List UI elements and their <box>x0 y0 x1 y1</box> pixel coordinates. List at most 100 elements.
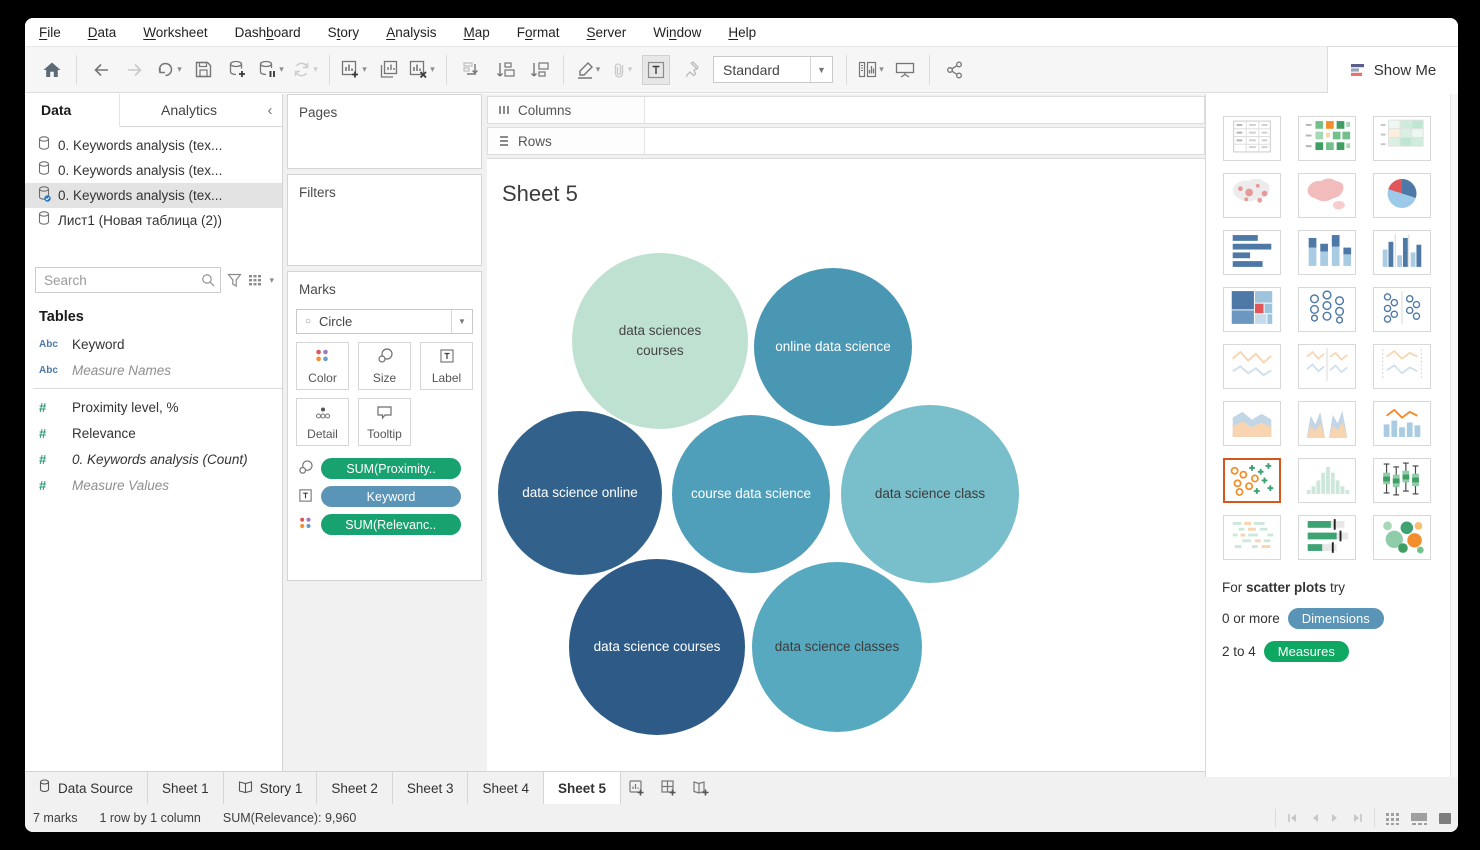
collapse-pane-icon[interactable]: ‹ <box>258 94 282 126</box>
fit-selector[interactable]: Standard ▼ <box>713 56 833 83</box>
show-me-histogram[interactable] <box>1298 458 1356 503</box>
show-me-symbol-map[interactable] <box>1223 173 1281 218</box>
menu-server[interactable]: Server <box>587 25 627 40</box>
duplicate-button[interactable] <box>374 55 402 85</box>
color-button[interactable]: Color <box>296 342 349 390</box>
new-dashboard-tab-button[interactable] <box>653 772 685 804</box>
menu-analysis[interactable]: Analysis <box>386 25 436 40</box>
show-mark-labels-button[interactable] <box>642 55 670 85</box>
menu-help[interactable]: Help <box>728 25 756 40</box>
columns-shelf[interactable]: Columns <box>487 96 1205 124</box>
tab-data[interactable]: Data <box>25 94 120 127</box>
bubble-mark[interactable]: course data science <box>672 415 830 573</box>
pages-shelf[interactable]: Pages <box>287 94 482 169</box>
menu-format[interactable]: Format <box>517 25 560 40</box>
fit-selector-caret-icon[interactable]: ▼ <box>810 57 832 82</box>
field-proximity-level-[interactable]: #Proximity level, % <box>25 394 282 420</box>
replay-button[interactable]: ▾ <box>155 55 183 85</box>
search-input[interactable] <box>36 268 220 292</box>
filmstrip-view-icon[interactable] <box>1410 812 1428 825</box>
pause-auto-updates-button[interactable]: ▾ <box>257 55 285 85</box>
show-me-scatter-plot[interactable] <box>1223 458 1281 503</box>
sort-descending-button[interactable] <box>525 55 553 85</box>
fix-axes-button[interactable] <box>676 55 704 85</box>
menu-map[interactable]: Map <box>463 25 489 40</box>
bubble-mark[interactable]: data science courses <box>569 559 745 735</box>
presentation-mode-button[interactable] <box>891 55 919 85</box>
run-update-button[interactable]: ▾ <box>291 55 319 85</box>
show-me-side-by-side-circles[interactable] <box>1373 287 1431 332</box>
data-source-item[interactable]: >0. Keywords analysis (tex... <box>25 133 282 158</box>
label-button[interactable]: Label <box>420 342 473 390</box>
share-button[interactable] <box>940 55 968 85</box>
show-me-button[interactable]: Show Me <box>1327 46 1458 93</box>
data-source-item[interactable]: 0. Keywords analysis (tex... <box>25 183 282 208</box>
grid-view-icon[interactable] <box>1385 812 1400 825</box>
show-me-text-table[interactable] <box>1223 116 1281 161</box>
undo-button[interactable] <box>87 55 115 85</box>
new-worksheet-button[interactable]: ▾ <box>340 55 368 85</box>
next-page-icon[interactable] <box>1331 813 1340 823</box>
detail-button[interactable]: Detail <box>296 398 349 446</box>
menu-dashboard[interactable]: Dashboard <box>235 25 301 40</box>
field-measure-names[interactable]: AbcMeasure Names <box>25 357 282 383</box>
field-keyword[interactable]: AbcKeyword <box>25 331 282 357</box>
bubble-mark[interactable]: data sciencescourses <box>572 253 748 429</box>
bubble-mark[interactable]: data science classes <box>752 562 922 732</box>
show-me-side-by-side-bars[interactable] <box>1373 230 1431 275</box>
show-me-dual-lines[interactable] <box>1298 344 1356 389</box>
sheet-tab-sheet-4[interactable]: Sheet 4 <box>468 772 544 804</box>
previous-page-icon[interactable] <box>1310 813 1319 823</box>
filter-fields-icon[interactable] <box>227 273 242 288</box>
field-0-keywords-analysis-count-[interactable]: #0. Keywords analysis (Count) <box>25 446 282 472</box>
show-me-scrollbar[interactable] <box>1450 94 1458 777</box>
group-members-caret-icon[interactable]: ▾ <box>628 64 633 75</box>
tab-analytics[interactable]: Analytics <box>120 94 258 126</box>
new-worksheet-caret-icon[interactable]: ▾ <box>362 64 367 75</box>
sheet-tab-sheet-2[interactable]: Sheet 2 <box>317 772 393 804</box>
redo-button[interactable] <box>121 55 149 85</box>
show-me-filled-map[interactable] <box>1298 173 1356 218</box>
data-source-item[interactable]: >0. Keywords analysis (tex... <box>25 158 282 183</box>
menu-file[interactable]: File <box>39 25 61 40</box>
new-data-source-button[interactable] <box>223 55 251 85</box>
filters-shelf[interactable]: Filters <box>287 174 482 266</box>
bubble-mark[interactable]: data science class <box>841 405 1019 583</box>
show-me-continuous-lines[interactable] <box>1223 344 1281 389</box>
clear-sheet-button[interactable]: ▾ <box>408 55 436 85</box>
field-pill[interactable]: SUM(Proximity.. <box>321 458 461 479</box>
home-button[interactable] <box>38 55 66 85</box>
menu-data[interactable]: Data <box>88 25 117 40</box>
first-page-icon[interactable] <box>1286 813 1298 823</box>
bubble-mark[interactable]: data science online <box>498 411 662 575</box>
sheet-tab-story-1[interactable]: Story 1 <box>224 772 318 804</box>
sheet-tab-sheet-3[interactable]: Sheet 3 <box>393 772 469 804</box>
show-hide-cards-caret-icon[interactable]: ▾ <box>879 64 884 75</box>
menu-window[interactable]: Window <box>653 25 701 40</box>
group-members-button[interactable]: ▾ <box>608 55 636 85</box>
view-options-button[interactable]: ▾ <box>248 274 274 287</box>
rows-drop-area[interactable] <box>645 128 1204 154</box>
show-hide-cards-button[interactable]: ▾ <box>857 55 885 85</box>
pause-caret-icon[interactable]: ▾ <box>279 64 284 75</box>
rows-shelf[interactable]: Rows <box>487 127 1205 155</box>
show-me-bullet-graph[interactable] <box>1298 515 1356 560</box>
field-pill[interactable]: SUM(Relevanc.. <box>321 514 461 535</box>
new-worksheet-tab-button[interactable] <box>621 772 653 804</box>
show-me-stacked-bars[interactable] <box>1298 230 1356 275</box>
show-me-heat-map[interactable] <box>1373 116 1431 161</box>
field-pill[interactable]: Keyword <box>321 486 461 507</box>
show-me-dual-combination[interactable] <box>1373 401 1431 446</box>
show-me-horizontal-bars[interactable] <box>1223 230 1281 275</box>
sheet-tab-sheet-5[interactable]: Sheet 5 <box>544 772 621 804</box>
replay-caret-icon[interactable]: ▾ <box>177 64 182 75</box>
tooltip-button[interactable]: Tooltip <box>358 398 411 446</box>
last-page-icon[interactable] <box>1352 813 1364 823</box>
field-relevance[interactable]: #Relevance <box>25 420 282 446</box>
show-me-box-and-whisker[interactable] <box>1373 458 1431 503</box>
mark-type-selector[interactable]: ○ Circle ▼ <box>296 309 473 334</box>
bubble-mark[interactable]: online data science <box>754 268 912 426</box>
show-me-circle-views[interactable] <box>1298 287 1356 332</box>
show-me-area-discrete[interactable] <box>1298 401 1356 446</box>
new-story-tab-button[interactable] <box>685 772 717 804</box>
